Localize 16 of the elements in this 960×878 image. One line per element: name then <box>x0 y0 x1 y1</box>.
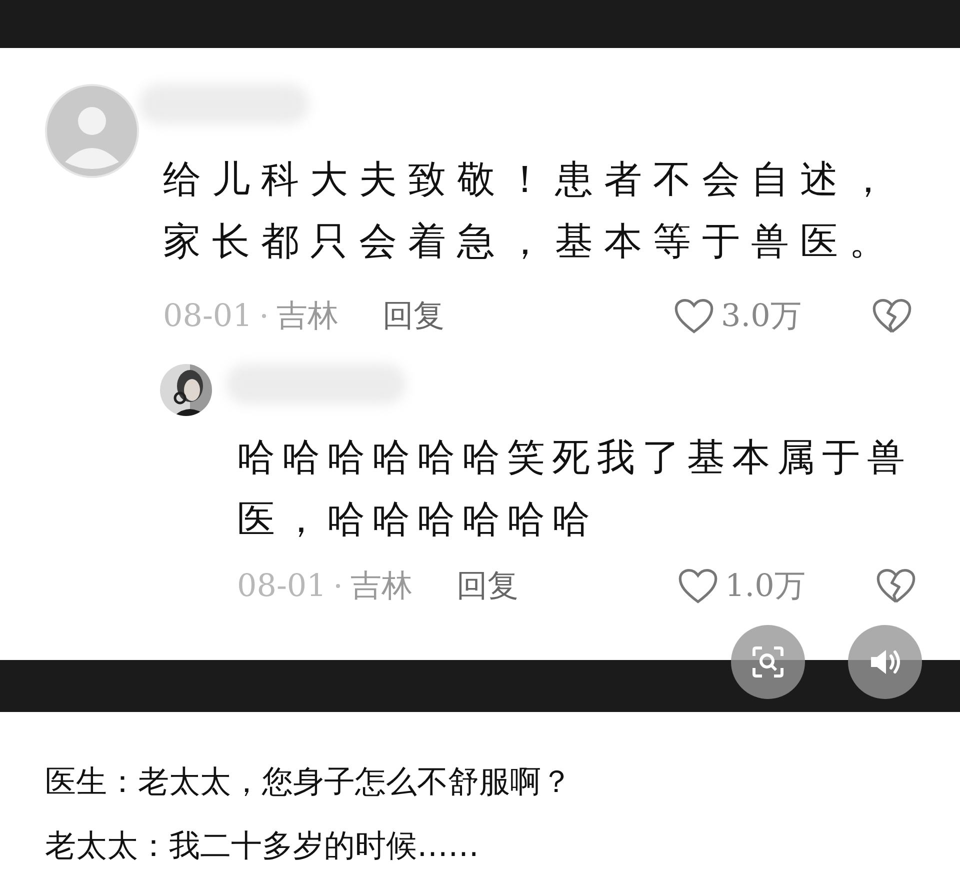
heart-icon[interactable] <box>677 567 719 605</box>
like-count: 1.0万 <box>725 567 806 606</box>
caption-text: 医生：老太太，您身子怎么不舒服啊？ <box>45 763 573 802</box>
heart-icon[interactable] <box>673 297 715 335</box>
reply-button[interactable]: 回复 <box>456 565 518 607</box>
reply-button[interactable]: 回复 <box>382 295 444 337</box>
comment-text: 给儿科大夫致敬！患者不会自述，家长都只会着急，基本等于兽医。 <box>163 156 899 265</box>
caption-text: 老太太：我二十多岁的时候…… <box>45 827 480 866</box>
comment-date: 08-01 <box>237 568 326 604</box>
comment-date: 08-01 <box>163 298 252 334</box>
comment-text: 哈哈哈哈哈哈笑死我了基本属于兽医，哈哈哈哈哈哈 <box>237 434 913 543</box>
comment-location: 吉林 <box>276 297 338 336</box>
comment-location: 吉林 <box>350 567 412 606</box>
broken-heart-icon[interactable] <box>871 297 913 335</box>
broken-heart-icon[interactable] <box>875 567 917 605</box>
like-count: 3.0万 <box>721 297 802 336</box>
